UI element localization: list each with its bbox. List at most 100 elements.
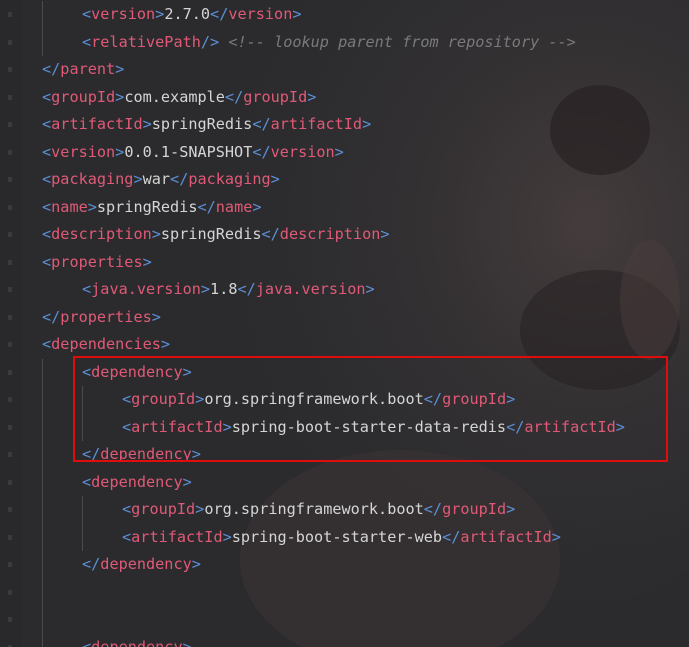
tag-name: parent — [60, 60, 116, 78]
code-line[interactable]: <version>2.7.0</version> — [82, 1, 302, 28]
bracket: > — [506, 390, 516, 408]
bracket: < — [122, 527, 132, 546]
tag-name: version — [91, 5, 156, 23]
bracket: > — [307, 87, 317, 106]
gutter-mark — [8, 617, 12, 622]
code-line[interactable]: <properties> — [42, 249, 152, 276]
gutter-mark — [8, 342, 12, 347]
bracket: > — [334, 142, 344, 161]
tag-name: dependency — [91, 637, 183, 647]
tag-name: name — [215, 197, 253, 216]
bracket: </ — [252, 115, 271, 133]
bracket: > — [115, 60, 125, 78]
tag-name: groupId — [131, 390, 196, 408]
bracket: < — [122, 390, 132, 408]
gutter-mark — [8, 94, 12, 100]
tag-name: groupId — [51, 87, 116, 106]
bracket: > — [380, 225, 390, 243]
bracket: < — [42, 335, 52, 353]
code-line[interactable]: <dependency> — [82, 634, 192, 647]
bracket: < — [42, 170, 52, 188]
code-line[interactable]: <version>0.0.1-SNAPSHOT</version> — [42, 139, 344, 166]
bracket: </ — [423, 500, 443, 518]
bracket: < — [42, 197, 52, 216]
code-line[interactable]: <groupId>org.springframework.boot</group… — [122, 496, 515, 523]
tag-name: artifactId — [270, 115, 363, 133]
bracket: < — [122, 417, 132, 436]
code-line[interactable]: <packaging>war</packaging> — [42, 166, 280, 193]
tag-name: version — [270, 142, 335, 161]
bracket: > — [506, 500, 516, 518]
gutter-mark — [8, 204, 12, 210]
code-line[interactable]: <java.version>1.8</java.version> — [82, 276, 375, 303]
bracket: > — [200, 280, 211, 298]
bracket: </ — [210, 5, 229, 23]
code-line[interactable]: <groupId>org.springframework.boot</group… — [122, 386, 515, 413]
code-line[interactable]: </properties> — [42, 304, 161, 331]
bracket: > — [222, 417, 232, 436]
gutter-mark — [8, 534, 12, 540]
tag-text: springRedis — [151, 115, 253, 133]
bracket: </ — [82, 555, 101, 573]
tag-name: java.version — [255, 280, 366, 298]
bracket: > — [133, 170, 143, 188]
bracket: </ — [442, 527, 461, 546]
bracket: > — [195, 390, 205, 408]
code-line[interactable]: <relativePath/> <!-- lookup parent from … — [82, 29, 576, 56]
code-line[interactable]: <dependency> — [82, 359, 192, 386]
code-line[interactable]: <name>springRedis</name> — [42, 194, 262, 221]
tag-name: groupId — [243, 87, 308, 106]
indent-guide — [42, 358, 43, 647]
bracket: > — [362, 115, 372, 133]
tag-name: artifactId — [524, 417, 616, 436]
bracket: > — [142, 252, 152, 271]
code-line[interactable]: </parent> — [42, 56, 124, 83]
bracket: < — [82, 472, 92, 491]
bracket: > — [115, 142, 125, 161]
gutter-mark — [8, 67, 12, 72]
gutter-mark — [8, 177, 12, 182]
bracket: > — [252, 197, 262, 216]
bracket: < — [42, 142, 52, 161]
tag-text: springRedis — [160, 225, 262, 243]
code-line[interactable]: </dependency> — [82, 441, 201, 468]
gutter-mark — [8, 397, 12, 402]
tag-name: properties — [51, 252, 143, 271]
tag-name: dependency — [91, 472, 183, 491]
tag-name: version — [228, 5, 293, 23]
bracket: > — [182, 637, 192, 647]
bracket: </ — [252, 142, 271, 161]
tag-name: dependency — [91, 362, 183, 381]
tag-name: description — [51, 225, 152, 243]
code-line[interactable]: <artifactId>springRedis</artifactId> — [42, 111, 371, 138]
code-line[interactable]: <groupId>com.example</groupId> — [42, 84, 316, 111]
code-line[interactable]: < artifactId >spring-boot-starter-data-red… — [122, 414, 625, 441]
code-line[interactable]: <description>springRedis</description> — [42, 221, 390, 248]
gutter-mark — [8, 314, 12, 320]
bracket: > — [182, 472, 192, 491]
gutter-mark — [8, 259, 12, 265]
bracket: > — [551, 527, 561, 546]
code-line[interactable]: <artifactId>spring-boot-starter-web</art… — [122, 524, 561, 551]
tag-name: packaging — [51, 170, 134, 188]
tag-text: org.springframework.boot — [204, 390, 424, 408]
tag-text: spring-boot-starter-data-redis — [231, 417, 507, 436]
bracket: < — [82, 5, 92, 23]
bracket: > — [191, 555, 201, 573]
comment: <!-- lookup parent from repository --> — [228, 32, 576, 51]
bracket: > — [191, 445, 201, 463]
bracket: </ — [423, 390, 443, 408]
code-line[interactable]: <dependencies> — [42, 331, 170, 358]
bracket: </ — [506, 417, 525, 436]
code-line[interactable]: </dependency> — [82, 551, 201, 578]
bracket: < — [82, 362, 92, 381]
indent-guide — [82, 496, 83, 551]
code-line[interactable]: <dependency> — [82, 469, 192, 496]
bracket: > — [87, 197, 97, 216]
code-editor[interactable]: <version>2.7.0</version> <relativePath/> … — [0, 0, 689, 647]
tag-text: 2.7.0 — [164, 5, 211, 23]
tag-text: 1.8 — [210, 280, 238, 298]
tag-name: dependency — [100, 445, 192, 463]
gutter-mark — [8, 149, 12, 155]
